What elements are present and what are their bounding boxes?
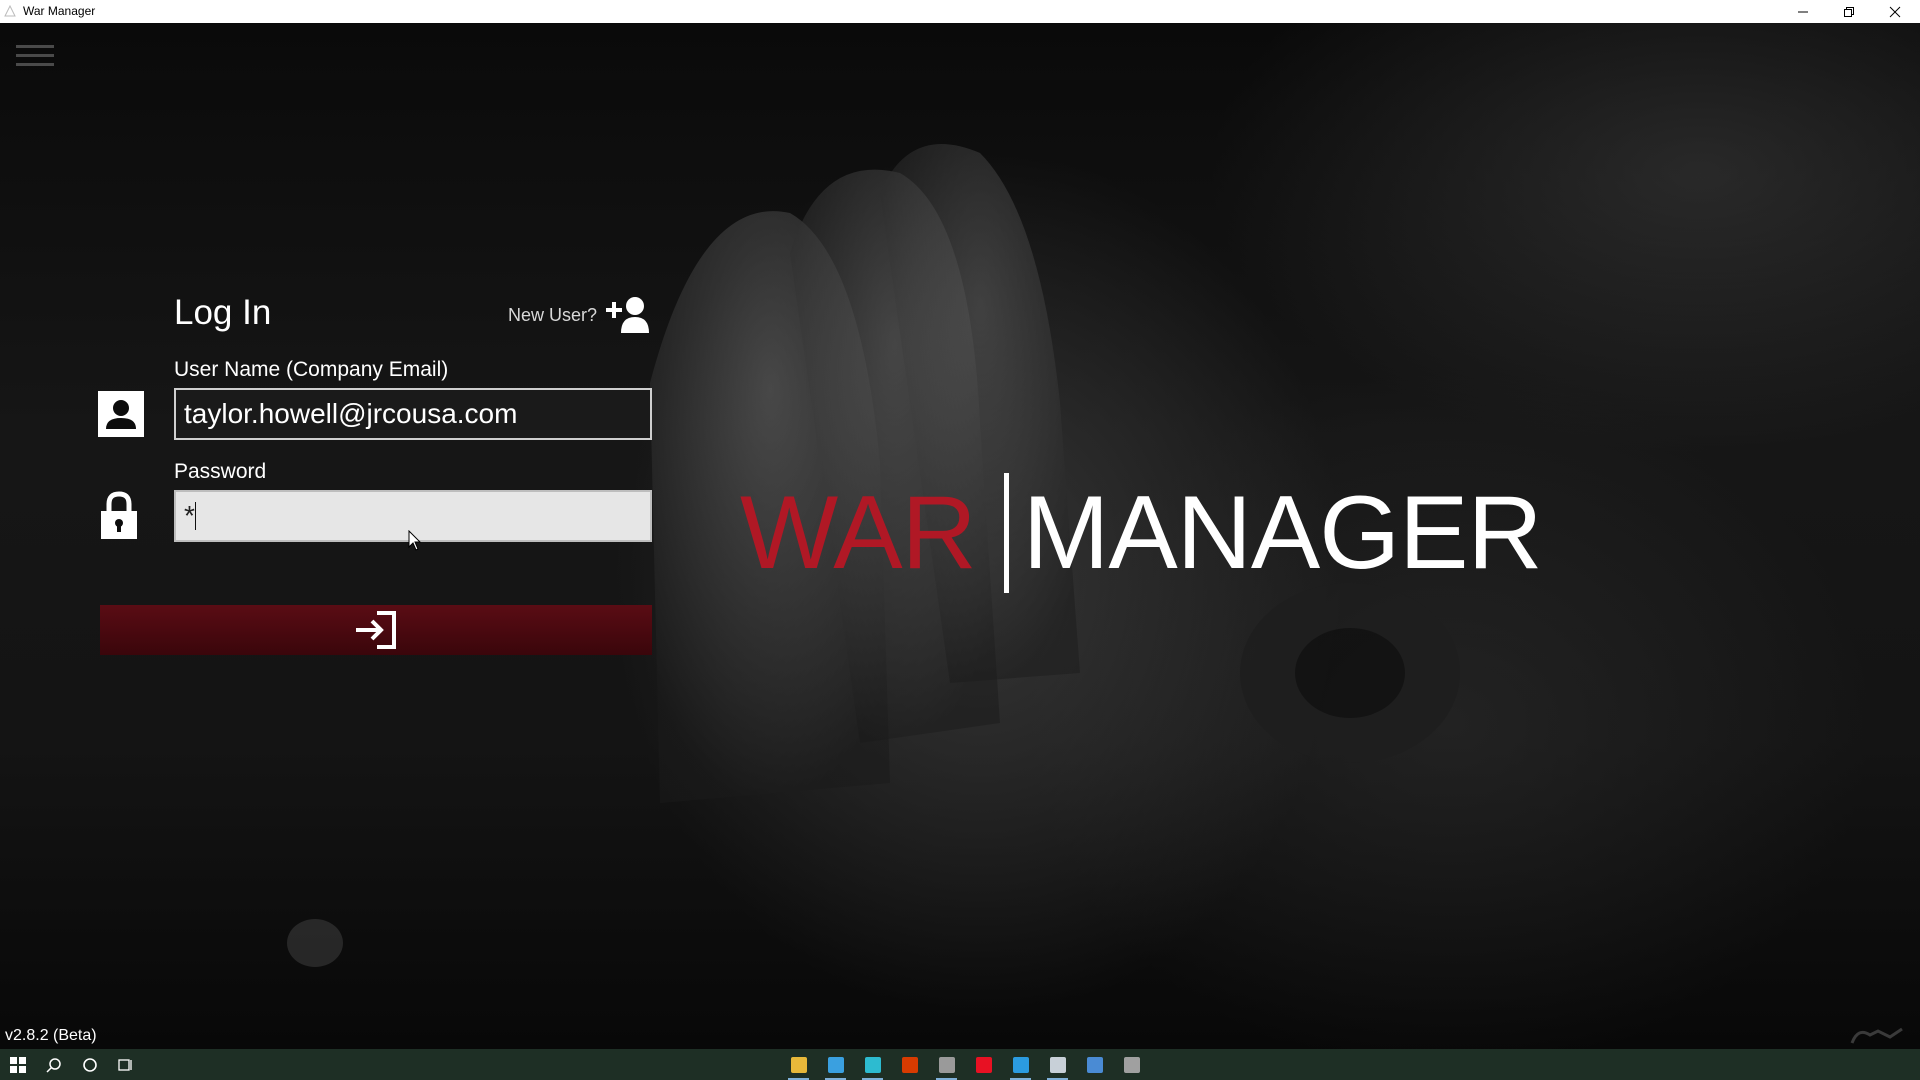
taskbar (0, 1049, 1920, 1080)
text-caret (195, 502, 196, 530)
search-button[interactable] (36, 1049, 72, 1080)
minimize-icon (1798, 11, 1808, 12)
minimize-button[interactable] (1780, 0, 1826, 23)
app-icon (4, 5, 16, 17)
war-manager-logo: WAR MANAGER (740, 463, 1543, 603)
taskbar-app-button[interactable] (854, 1049, 891, 1080)
login-heading: Log In (174, 293, 272, 332)
search-icon (46, 1057, 61, 1073)
cortana-icon (83, 1057, 97, 1072)
taskbar-app-button[interactable] (817, 1049, 854, 1080)
edge-icon (864, 1056, 881, 1073)
menu-button[interactable] (16, 45, 54, 73)
logo-divider (1003, 473, 1009, 593)
record-icon (975, 1056, 992, 1073)
taskbar-app-button[interactable] (1076, 1049, 1113, 1080)
cortana-button[interactable] (72, 1049, 108, 1080)
app-window: Log In New User? User Name (Company Emai… (0, 23, 1920, 1049)
username-input[interactable] (174, 388, 652, 440)
sign-in-icon (356, 611, 396, 649)
taskbar-app-button[interactable] (928, 1049, 965, 1080)
restore-icon (1844, 6, 1854, 17)
vscode-icon (1012, 1056, 1029, 1073)
task-view-button[interactable] (108, 1049, 144, 1080)
logo-war-text: WAR (740, 474, 977, 591)
photos-icon (1086, 1056, 1103, 1073)
logo-manager-text: MANAGER (1022, 474, 1543, 591)
restore-button[interactable] (1826, 0, 1872, 23)
new-user-link[interactable]: New User? (508, 305, 597, 326)
menu-line (16, 54, 54, 57)
taskbar-app-button[interactable] (1039, 1049, 1076, 1080)
task-view-icon (118, 1058, 132, 1071)
war-manager-icon (938, 1056, 955, 1073)
file-explorer-icon (790, 1056, 807, 1073)
clock-icon (1123, 1056, 1140, 1073)
taskbar-app-button[interactable] (1002, 1049, 1039, 1080)
taskbar-app-button[interactable] (1113, 1049, 1150, 1080)
user-icon (98, 391, 144, 437)
company-logo-icon (1850, 1027, 1903, 1044)
lock-icon (101, 491, 137, 539)
title-bar: War Manager (0, 0, 1920, 23)
window-title: War Manager (23, 4, 96, 18)
menu-line (16, 45, 54, 48)
version-label: v2.8.2 (Beta) (5, 1027, 97, 1044)
taskbar-app-button[interactable] (891, 1049, 928, 1080)
windows-start-icon (10, 1056, 26, 1073)
taskbar-app-button[interactable] (780, 1049, 817, 1080)
login-button[interactable] (100, 605, 652, 655)
password-label: Password (174, 460, 267, 483)
add-user-icon[interactable] (604, 295, 652, 335)
mouse-pointer-icon (408, 530, 422, 551)
menu-line (16, 63, 54, 66)
close-icon (1889, 6, 1901, 17)
start-button[interactable] (0, 1049, 36, 1080)
close-button[interactable] (1872, 0, 1918, 23)
taskbar-app-button[interactable] (965, 1049, 1002, 1080)
notes-icon (1049, 1056, 1066, 1073)
office-icon (901, 1056, 918, 1073)
username-label: User Name (Company Email) (174, 358, 449, 381)
notepad-icon (827, 1056, 844, 1073)
